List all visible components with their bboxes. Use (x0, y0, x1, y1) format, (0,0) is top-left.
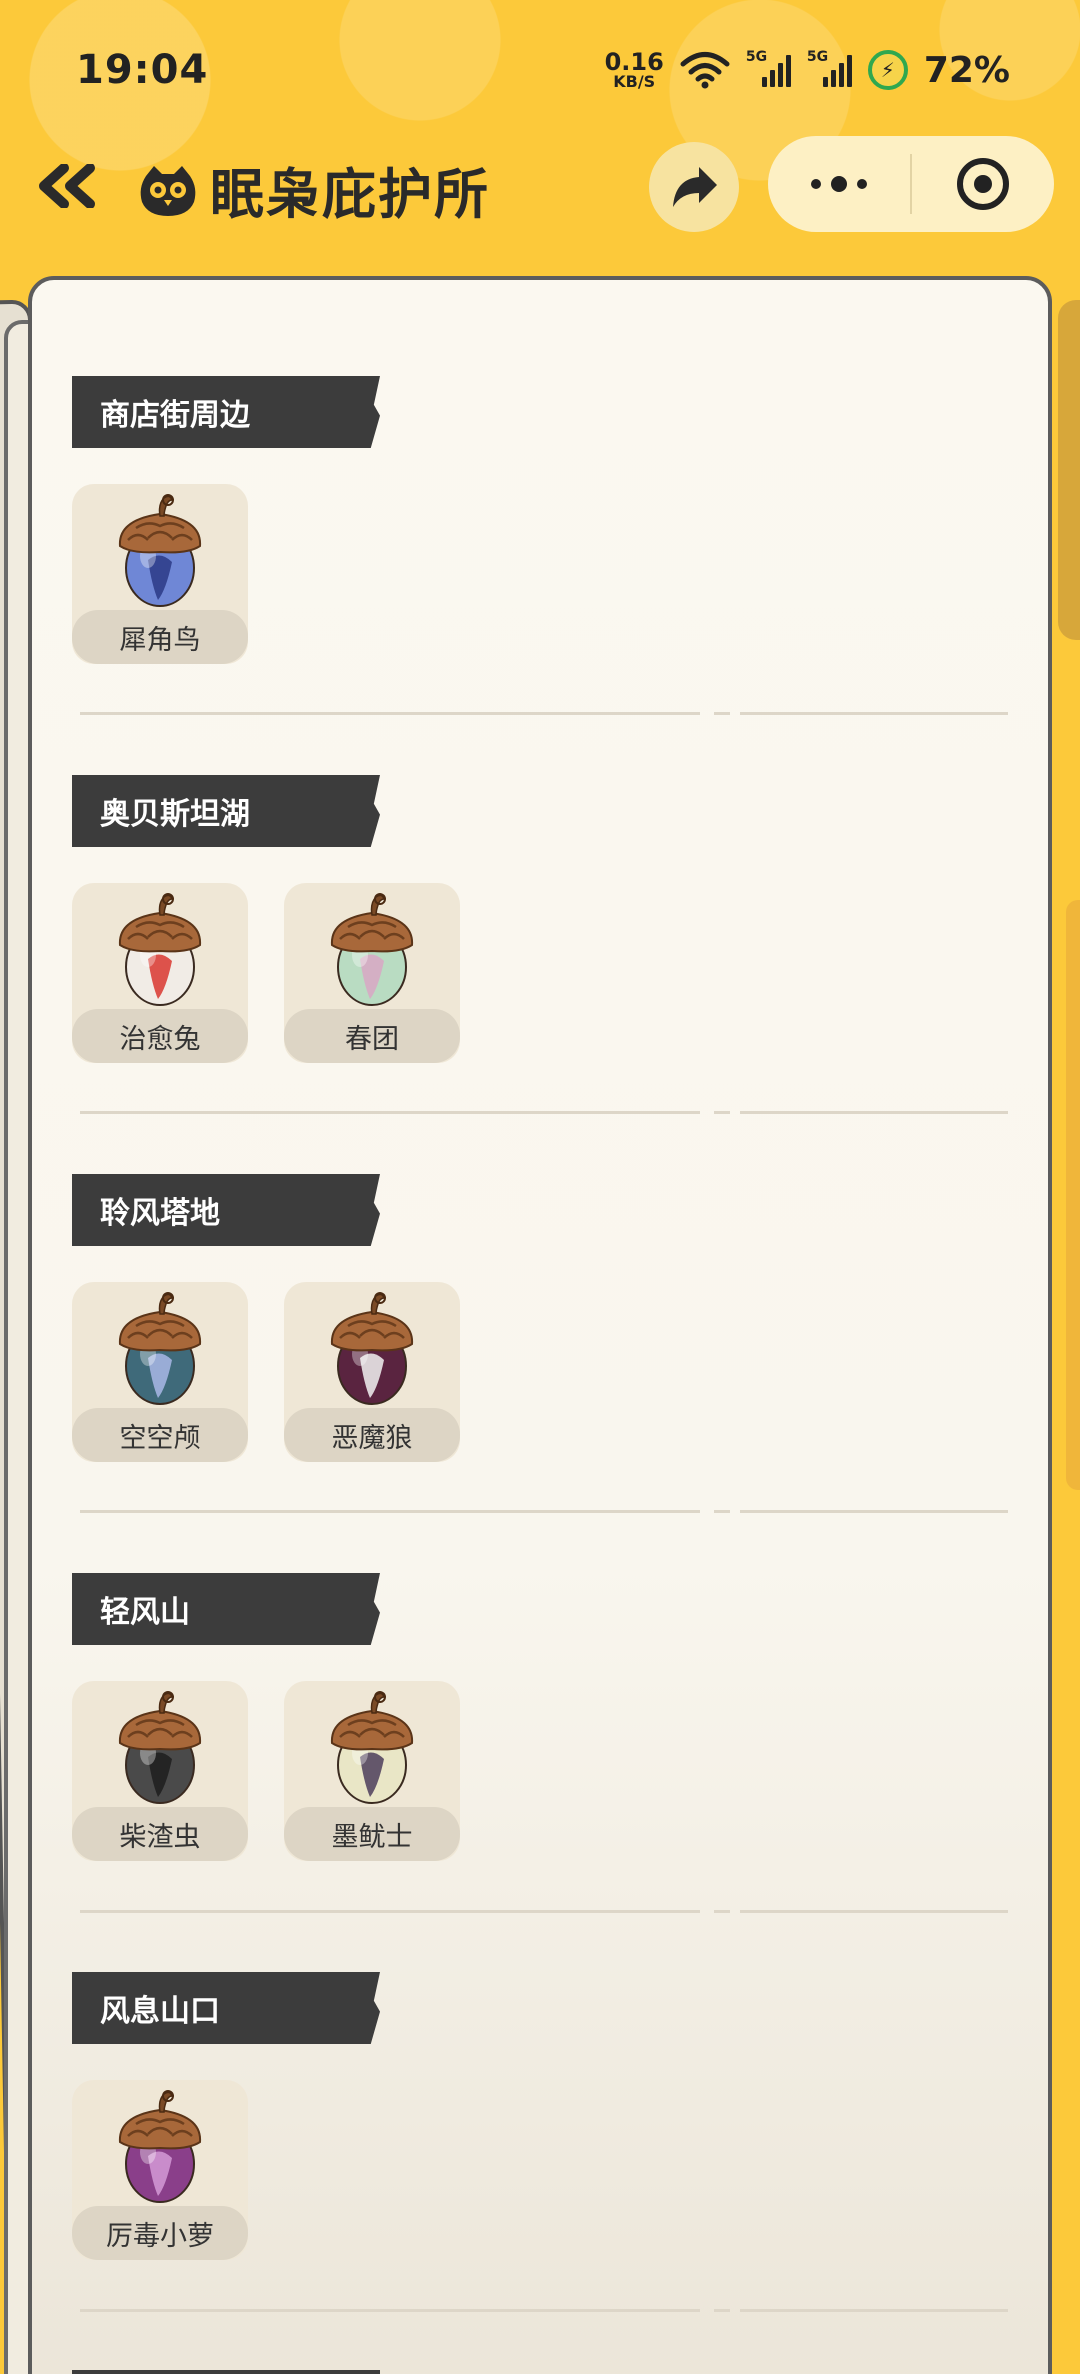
page-title: 眠枭庇护所 (210, 163, 490, 226)
pet-card[interactable]: 空空颅 (72, 1282, 248, 1462)
pet-list: 柴渣虫 墨鱿士 (72, 1681, 460, 1861)
section-divider (80, 1111, 1008, 1114)
title-area: 眠枭庇护所 (136, 150, 490, 229)
section-label-partial (72, 2370, 380, 2374)
network-speed: 0.16 KB/S (605, 50, 664, 90)
pet-card[interactable]: 春团 (284, 883, 460, 1063)
pet-card[interactable]: 恶魔狼 (284, 1282, 460, 1462)
back-double-chevron-icon (39, 164, 95, 208)
network-speed-value: 0.16 (604, 48, 664, 76)
pet-name: 春团 (284, 1009, 460, 1063)
acorn-pet-icon (118, 1292, 202, 1405)
side-tab (1058, 300, 1080, 640)
side-tab (1066, 900, 1080, 1490)
section-label: 奥贝斯坦湖 (72, 775, 380, 847)
status-bar: 19:04 0.16 KB/S 5G 5G ⚡ 72% (0, 0, 1080, 140)
section-label: 商店街周边 (72, 376, 380, 448)
pet-list: 犀角鸟 (72, 484, 248, 664)
section-divider (80, 1910, 1008, 1913)
pet-name: 厉毒小萝 (72, 2206, 248, 2260)
cell-signal-2-icon: 5G (807, 49, 852, 87)
pet-card[interactable]: 厉毒小萝 (72, 2080, 248, 2260)
section-divider (80, 2309, 1008, 2312)
battery-percent: 72% (923, 49, 1010, 91)
acorn-pet-icon (118, 494, 202, 607)
target-close-icon (957, 158, 1009, 210)
owl-logo-icon (140, 165, 196, 216)
section-label: 聆风塔地 (72, 1174, 380, 1246)
more-dots-icon (811, 176, 867, 192)
pet-list: 厉毒小萝 (72, 2080, 248, 2260)
mini-program-capsule (768, 136, 1054, 232)
wifi-icon (680, 52, 730, 89)
status-icons: 0.16 KB/S 5G 5G ⚡ 72% (605, 49, 1010, 91)
nav-bar: 眠枭庇护所 (0, 136, 1080, 236)
pet-name: 犀角鸟 (72, 610, 248, 664)
pet-name: 墨鱿士 (284, 1807, 460, 1861)
share-arrow-icon (673, 167, 717, 207)
cell-signal-1-icon: 5G (746, 49, 791, 87)
acorn-pet-icon (330, 893, 414, 1006)
close-mini-program-button[interactable] (912, 136, 1054, 232)
share-button[interactable] (649, 142, 739, 232)
pet-name: 治愈兔 (72, 1009, 248, 1063)
more-button[interactable] (768, 136, 910, 232)
section-divider (80, 712, 1008, 715)
status-time: 19:04 (76, 47, 209, 93)
pet-name: 空空颅 (72, 1408, 248, 1462)
acorn-pet-icon (330, 1292, 414, 1405)
acorn-pet-icon (118, 893, 202, 1006)
network-speed-unit: KB/S (613, 72, 656, 91)
back-button[interactable] (28, 156, 104, 216)
pet-list: 空空颅 恶魔狼 (72, 1282, 460, 1462)
acorn-pet-icon (118, 2090, 202, 2203)
acorn-pet-icon (118, 1691, 202, 1804)
pet-name: 恶魔狼 (284, 1408, 460, 1462)
pet-card[interactable]: 犀角鸟 (72, 484, 248, 664)
pet-name: 柴渣虫 (72, 1807, 248, 1861)
section-label: 轻风山 (72, 1573, 380, 1645)
pet-card[interactable]: 柴渣虫 (72, 1681, 248, 1861)
pet-card[interactable]: 治愈兔 (72, 883, 248, 1063)
pet-card[interactable]: 墨鱿士 (284, 1681, 460, 1861)
pet-list: 治愈兔 春团 (72, 883, 460, 1063)
section-label: 风息山口 (72, 1972, 380, 2044)
battery-charging-icon: ⚡ (867, 50, 908, 90)
section-divider (80, 1510, 1008, 1513)
acorn-pet-icon (330, 1691, 414, 1804)
